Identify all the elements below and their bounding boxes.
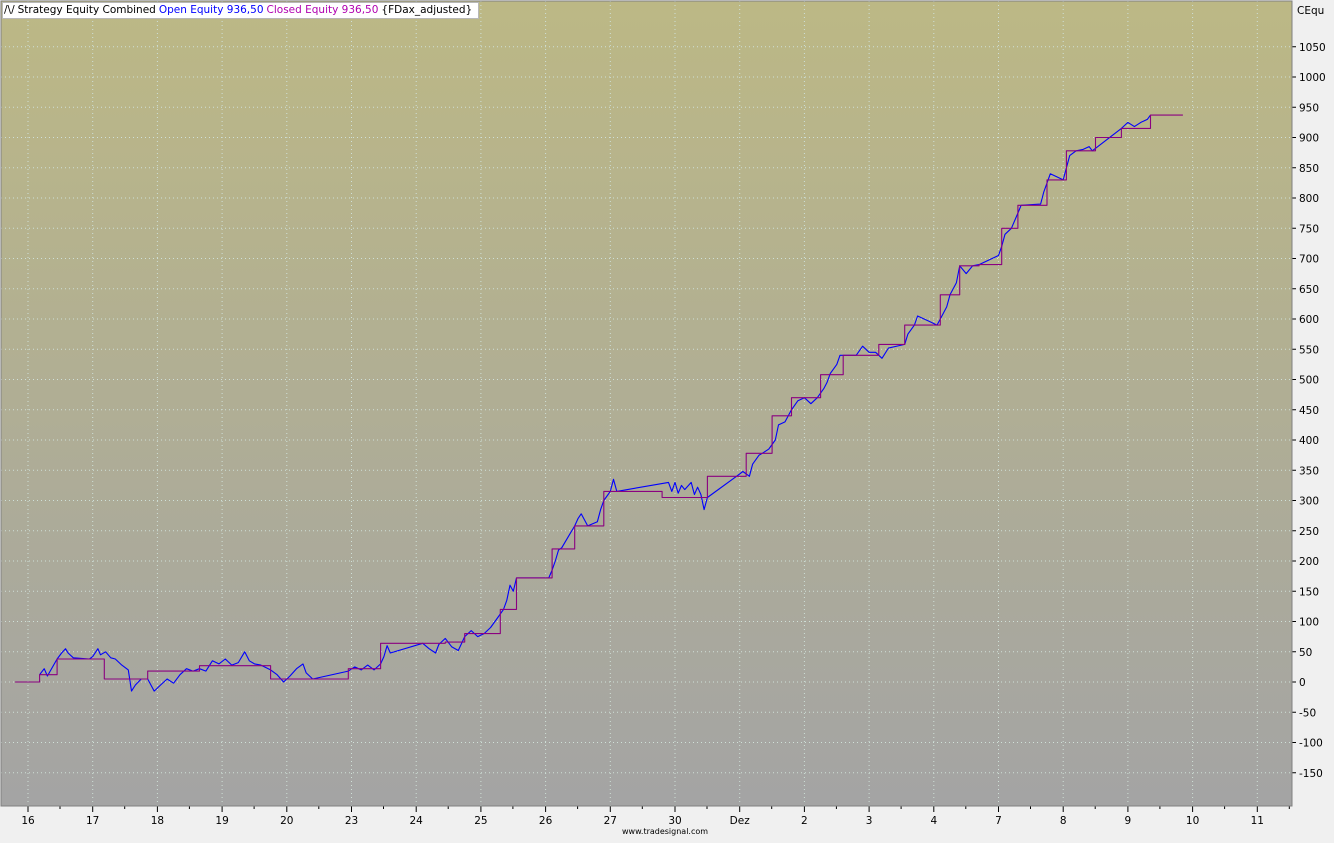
chart-legend[interactable]: /\/Strategy Equity Combined Open Equity 9… <box>2 2 480 19</box>
y-tick-label: -150 <box>1299 768 1323 780</box>
x-tick-label: 18 <box>151 815 164 827</box>
x-tick-label: 20 <box>280 815 293 827</box>
x-tick-label: 30 <box>668 815 681 827</box>
y-tick-label: 200 <box>1299 556 1319 568</box>
y-tick-label: 400 <box>1299 435 1319 447</box>
x-tick-label: 27 <box>604 815 617 827</box>
y-tick-label: 450 <box>1299 405 1319 417</box>
x-tick-label: 8 <box>1060 815 1067 827</box>
x-tick-label: 25 <box>474 815 487 827</box>
y-tick-label: 250 <box>1299 526 1319 538</box>
indicator-name: Strategy Equity Combined <box>17 4 156 16</box>
y-tick-label: 900 <box>1299 133 1319 145</box>
y-tick-label: 750 <box>1299 223 1319 235</box>
y-tick-label: 950 <box>1299 102 1319 114</box>
y-tick-label: 100 <box>1299 617 1319 629</box>
footer-watermark: www.tradesignal.com <box>622 827 709 836</box>
x-tick-label: 9 <box>1125 815 1132 827</box>
x-tick-label: 11 <box>1251 815 1264 827</box>
y-tick-label: 350 <box>1299 465 1319 477</box>
y-tick-label: 1000 <box>1299 72 1326 84</box>
y-tick-label: 800 <box>1299 193 1319 205</box>
y-tick-label: 850 <box>1299 163 1319 175</box>
y-tick-label: 1050 <box>1299 42 1326 54</box>
x-tick-label: 19 <box>215 815 228 827</box>
x-tick-label: 24 <box>410 815 424 827</box>
open-equity-label: Open Equity 936,50 <box>158 4 264 16</box>
x-tick-label: 4 <box>930 815 937 827</box>
x-tick-label: 17 <box>86 815 99 827</box>
y-tick-label: 50 <box>1299 647 1312 659</box>
equity-chart: -150 -100 -50 0 50 100 150 200 250 300 350 400 450 50… <box>0 0 1326 827</box>
y-tick-label: -50 <box>1299 707 1316 719</box>
y-tick-label: 150 <box>1299 586 1319 598</box>
x-tick-label: 10 <box>1186 815 1199 827</box>
x-tick-label: 26 <box>539 815 553 827</box>
closed-equity-label: Closed Equity 936,50 <box>266 4 379 16</box>
y-tick-label: 650 <box>1299 284 1319 296</box>
line-chart-icon: /\/ <box>4 4 15 16</box>
x-tick-label: 7 <box>995 815 1002 827</box>
x-tick-label: 3 <box>866 815 873 827</box>
x-tick-label: 16 <box>21 815 35 827</box>
y-tick-label: 700 <box>1299 254 1319 266</box>
plot-background <box>1 1 1292 806</box>
x-tick-label: Dez <box>730 815 751 827</box>
chart-area: -150 -100 -50 0 50 100 150 200 250 300 350 400 450 50… <box>0 0 1334 839</box>
y-tick-label: 550 <box>1299 344 1319 356</box>
y-tick-label: 600 <box>1299 314 1319 326</box>
y-tick-label: 0 <box>1299 677 1306 689</box>
x-tick-label: 23 <box>345 815 358 827</box>
y-axis-title: CEqu <box>1297 5 1324 17</box>
symbol-label: {FDax_adjusted} <box>381 4 473 16</box>
x-tick-label: 2 <box>801 815 808 827</box>
y-tick-label: 300 <box>1299 496 1319 508</box>
y-tick-label: -100 <box>1299 738 1323 750</box>
y-tick-label: 500 <box>1299 375 1319 387</box>
